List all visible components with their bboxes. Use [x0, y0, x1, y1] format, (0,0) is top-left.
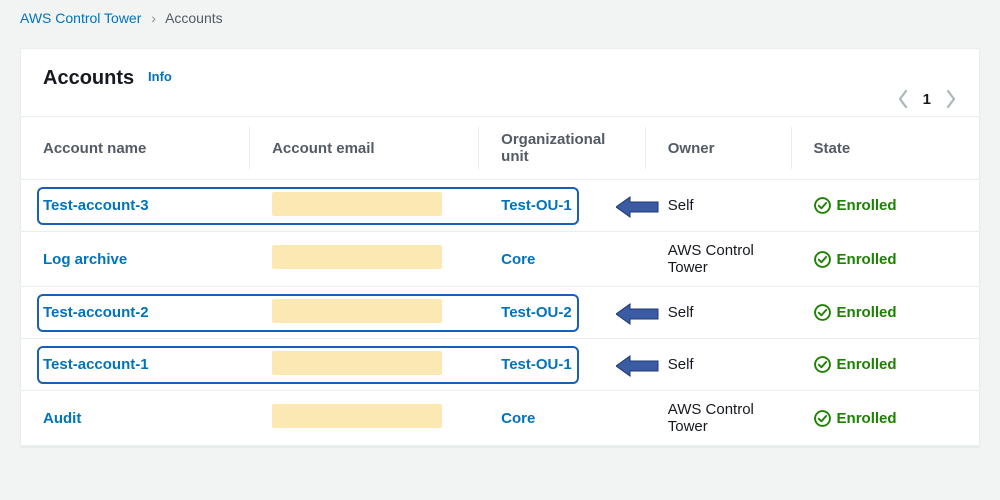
state-badge: Enrolled — [814, 356, 963, 373]
owner-label: Self — [668, 197, 694, 214]
page-title: Accounts — [43, 67, 134, 90]
organizational-unit-link[interactable]: Test-OU-1 — [501, 197, 572, 214]
page-number: 1 — [923, 91, 931, 108]
account-name-link[interactable]: Audit — [43, 410, 81, 427]
panel-header: Accounts Info 1 — [21, 49, 979, 117]
state-badge: Enrolled — [814, 251, 963, 268]
state-label: Enrolled — [837, 304, 897, 321]
account-email-redacted — [272, 351, 442, 375]
check-circle-icon — [814, 410, 831, 427]
account-name-link[interactable]: Log archive — [43, 251, 127, 268]
info-link[interactable]: Info — [148, 69, 172, 84]
paginator: 1 — [897, 89, 957, 109]
state-label: Enrolled — [837, 410, 897, 427]
owner-label: AWS Control Tower — [668, 242, 754, 276]
check-circle-icon — [814, 356, 831, 373]
state-badge: Enrolled — [814, 197, 963, 214]
table-header-row: Account name Account email Organizationa… — [21, 117, 979, 180]
owner-label: Self — [668, 304, 694, 321]
table-row: Test-account-1 Test-OU-1 Self Enrolled — [21, 339, 979, 391]
col-state[interactable]: State — [792, 117, 979, 180]
table-row: Audit Core AWS Control Tower Enrolled — [21, 391, 979, 446]
account-name-link[interactable]: Test-account-3 — [43, 197, 149, 214]
check-circle-icon — [814, 304, 831, 321]
accounts-table: Account name Account email Organizationa… — [21, 117, 979, 446]
organizational-unit-link[interactable]: Core — [501, 410, 535, 427]
owner-label: AWS Control Tower — [668, 401, 754, 435]
organizational-unit-link[interactable]: Test-OU-1 — [501, 356, 572, 373]
table-row: Test-account-3 Test-OU-1 Self Enrolled — [21, 180, 979, 232]
account-email-redacted — [272, 299, 442, 323]
account-email-redacted — [272, 245, 442, 269]
check-circle-icon — [814, 251, 831, 268]
account-name-link[interactable]: Test-account-2 — [43, 304, 149, 321]
col-account-name[interactable]: Account name — [21, 117, 250, 180]
prev-page-button[interactable] — [897, 89, 909, 109]
organizational-unit-link[interactable]: Test-OU-2 — [501, 304, 572, 321]
breadcrumb: AWS Control Tower › Accounts — [0, 0, 1000, 30]
state-label: Enrolled — [837, 197, 897, 214]
state-label: Enrolled — [837, 356, 897, 373]
chevron-right-icon: › — [145, 10, 162, 26]
owner-label: Self — [668, 356, 694, 373]
table-row: Log archive Core AWS Control Tower Enrolled — [21, 232, 979, 287]
col-account-email[interactable]: Account email — [250, 117, 479, 180]
account-email-redacted — [272, 404, 442, 428]
state-badge: Enrolled — [814, 304, 963, 321]
accounts-panel: Accounts Info 1 Account name Account ema… — [20, 48, 980, 447]
breadcrumb-current: Accounts — [165, 10, 223, 26]
account-email-redacted — [272, 192, 442, 216]
check-circle-icon — [814, 197, 831, 214]
account-name-link[interactable]: Test-account-1 — [43, 356, 149, 373]
state-label: Enrolled — [837, 251, 897, 268]
state-badge: Enrolled — [814, 410, 963, 427]
breadcrumb-root[interactable]: AWS Control Tower — [20, 10, 141, 26]
table-row: Test-account-2 Test-OU-2 Self Enrolled — [21, 287, 979, 339]
organizational-unit-link[interactable]: Core — [501, 251, 535, 268]
next-page-button[interactable] — [945, 89, 957, 109]
col-owner[interactable]: Owner — [646, 117, 792, 180]
col-organizational-unit[interactable]: Organizational unit — [479, 117, 646, 180]
